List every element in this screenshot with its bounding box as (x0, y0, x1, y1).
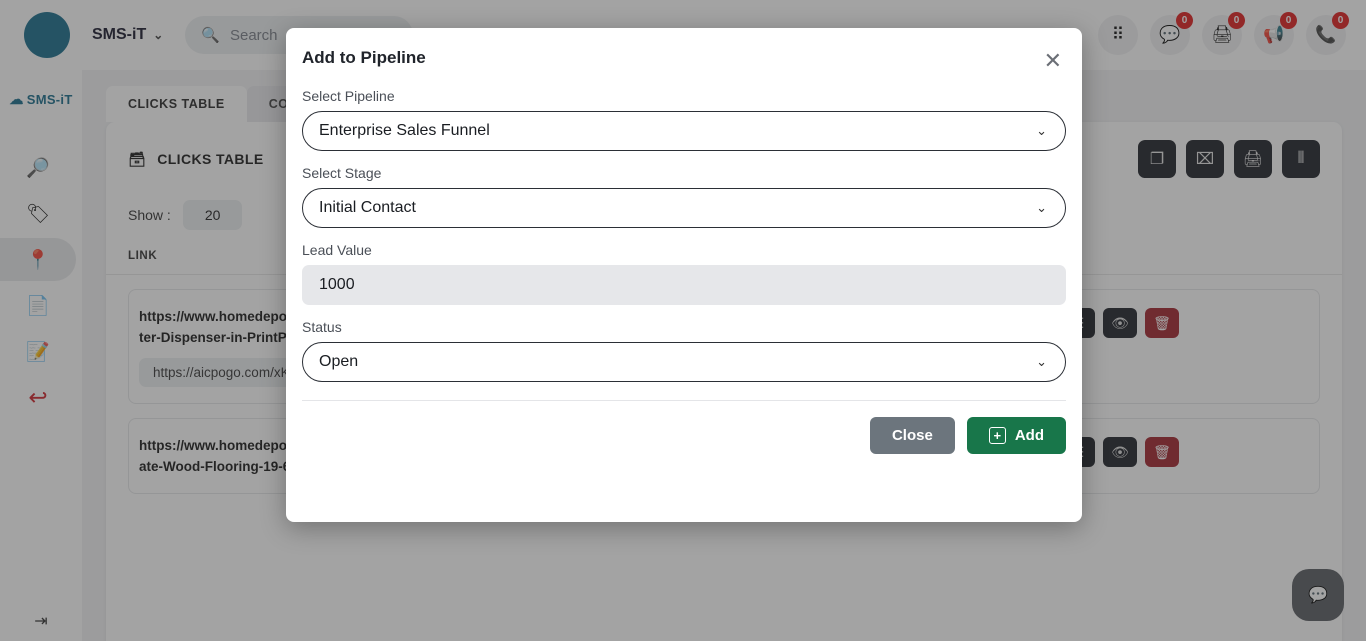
select-stage-value: Initial Contact (319, 199, 416, 216)
field-lead-value: Lead Value 1000 (302, 242, 1066, 305)
modal-header: Add to Pipeline ✕ (302, 28, 1066, 74)
lead-value-text: 1000 (319, 276, 355, 293)
status-dropdown[interactable]: Open ⌄ (302, 342, 1066, 382)
modal-body: Select Pipeline Enterprise Sales Funnel … (302, 74, 1066, 382)
add-button-label: Add (1014, 427, 1044, 444)
add-button[interactable]: + Add (966, 417, 1066, 454)
select-stage-dropdown[interactable]: Initial Contact ⌄ (302, 188, 1066, 228)
field-select-pipeline: Select Pipeline Enterprise Sales Funnel … (302, 88, 1066, 151)
add-to-pipeline-modal: Add to Pipeline ✕ Select Pipeline Enterp… (286, 28, 1082, 522)
plus-icon: + (988, 427, 1006, 444)
app-root: SMS-iT ⌄ 🔍 Search ⠿ 💬 0 🖨 0 📢 0 📞 0 ☁ SM… (0, 0, 1366, 641)
chevron-down-icon: ⌄ (1036, 354, 1047, 369)
field-select-stage: Select Stage Initial Contact ⌄ (302, 165, 1066, 228)
lead-value-input[interactable]: 1000 (302, 265, 1066, 305)
close-button[interactable]: Close (869, 417, 955, 454)
modal-title: Add to Pipeline (302, 48, 426, 67)
modal-footer: Close + Add (302, 400, 1066, 454)
label-lead-value: Lead Value (302, 242, 372, 258)
chevron-down-icon: ⌄ (1036, 123, 1047, 138)
select-pipeline-dropdown[interactable]: Enterprise Sales Funnel ⌄ (302, 111, 1066, 151)
chevron-down-icon: ⌄ (1036, 200, 1047, 215)
close-button-label: Close (891, 427, 933, 444)
close-icon[interactable]: ✕ (1040, 48, 1066, 74)
select-pipeline-value: Enterprise Sales Funnel (319, 122, 490, 139)
status-value: Open (319, 353, 359, 370)
plus-glyph: + (993, 428, 1002, 443)
label-status: Status (302, 319, 342, 335)
label-select-pipeline: Select Pipeline (302, 88, 395, 104)
label-select-stage: Select Stage (302, 165, 382, 181)
field-status: Status Open ⌄ (302, 319, 1066, 382)
